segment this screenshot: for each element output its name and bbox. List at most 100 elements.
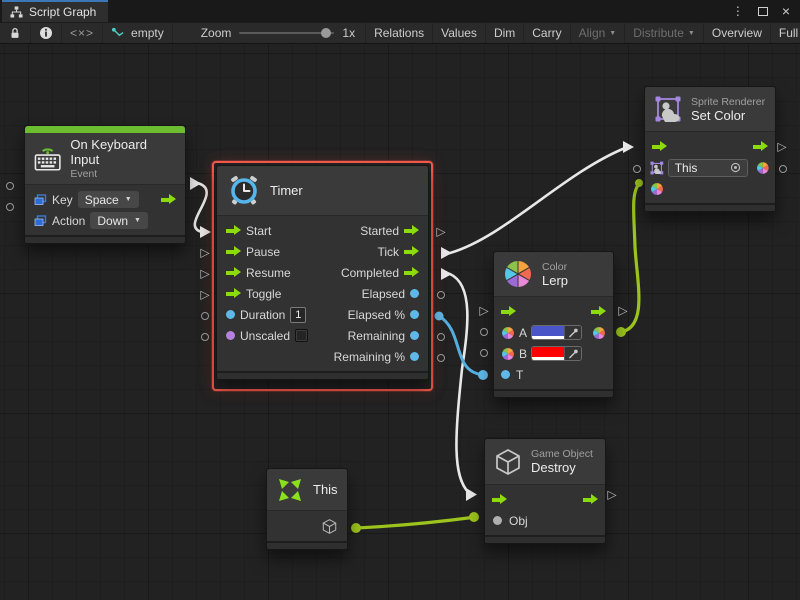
lerp-flow-in[interactable] <box>501 306 516 317</box>
destroy-flow-in[interactable] <box>492 494 507 505</box>
timer-start-in[interactable] <box>226 225 241 236</box>
keyboard-action-outer-port[interactable] <box>6 203 14 211</box>
timer-remaining-outer-port[interactable] <box>437 333 445 341</box>
this-out-port[interactable] <box>351 523 361 533</box>
timer-elapsedpct-out-port[interactable] <box>435 312 444 321</box>
color-wheel-icon[interactable] <box>650 182 664 196</box>
timer-pause-in[interactable] <box>226 246 241 257</box>
color-a-field[interactable] <box>531 325 582 340</box>
zoom-slider[interactable] <box>239 32 334 34</box>
timer-remainingpct-out[interactable] <box>410 352 419 361</box>
node-timer[interactable]: Timer StartStarted PauseTick ResumeCompl… <box>216 165 429 380</box>
timer-tick-out[interactable] <box>404 246 419 257</box>
color-b-swatch[interactable] <box>532 347 564 360</box>
timer-started-outer-port[interactable]: ▷ <box>436 226 445 238</box>
timer-elapsed-out[interactable] <box>410 289 419 298</box>
lerp-t-in[interactable] <box>501 370 510 379</box>
node-on-keyboard-input[interactable]: On Keyboard Input Event Key Space ▼ <box>24 125 186 244</box>
destroy-flow-in-port[interactable] <box>466 488 477 501</box>
timer-elapsedpct-out[interactable] <box>410 310 419 319</box>
destroy-obj-in-port[interactable] <box>469 512 479 522</box>
relations-button[interactable]: Relations <box>366 23 433 43</box>
setcolor-flow-out[interactable] <box>753 141 768 152</box>
timer-pause-outer-port[interactable]: ▷ <box>200 247 209 259</box>
timer-remaining-out[interactable] <box>410 331 419 340</box>
close-icon[interactable]: × <box>782 4 790 18</box>
lerp-result-out-port[interactable] <box>616 327 626 337</box>
wire-keyboard-to-timer-start[interactable] <box>195 184 207 233</box>
timer-started-out[interactable] <box>404 225 419 236</box>
color-wheel-icon[interactable] <box>756 161 770 175</box>
lock-button[interactable] <box>0 23 31 43</box>
node-destroy[interactable]: Game Object Destroy Obj <box>484 438 606 544</box>
lerp-flow-out[interactable] <box>591 306 606 317</box>
timer-completed-out[interactable] <box>404 267 419 278</box>
full-screen-button[interactable]: Full Screen <box>771 23 800 43</box>
lerp-a-outer-port[interactable] <box>480 328 488 336</box>
eyedropper-button[interactable] <box>564 326 581 339</box>
lerp-flow-in-outer-port[interactable]: ▷ <box>479 305 488 317</box>
graph-canvas[interactable]: On Keyboard Input Event Key Space ▼ <box>0 44 800 600</box>
node-this[interactable]: This <box>266 468 348 550</box>
timer-unscaled-outer-port[interactable] <box>201 333 209 341</box>
destroy-flow-out-outer-port[interactable]: ▷ <box>607 489 616 501</box>
tab-script-graph[interactable]: Script Graph <box>2 0 108 22</box>
timer-unscaled-in[interactable] <box>226 331 235 340</box>
code-view-button[interactable]: <×> <box>62 23 103 43</box>
wire-completed-to-destroy[interactable] <box>450 274 469 493</box>
color-a-swatch[interactable] <box>532 326 564 339</box>
info-button[interactable] <box>31 23 62 43</box>
graph-source-button[interactable]: empty <box>103 23 173 43</box>
wire-this-to-obj[interactable] <box>356 518 472 529</box>
carry-button[interactable]: Carry <box>524 23 570 43</box>
window-menu-icon[interactable]: ⋮ <box>732 4 744 18</box>
keyboard-key-outer-port[interactable] <box>6 182 14 190</box>
timer-duration-in[interactable] <box>226 310 235 319</box>
target-picker-icon[interactable] <box>730 162 741 173</box>
lerp-t-in-port[interactable] <box>478 370 488 380</box>
timer-duration-outer-port[interactable] <box>201 312 209 320</box>
color-b-field[interactable] <box>531 346 582 361</box>
timer-resume-outer-port[interactable]: ▷ <box>200 268 209 280</box>
timer-completed-out-port[interactable] <box>441 268 452 280</box>
timer-remainingpct-outer-port[interactable] <box>437 354 445 362</box>
timer-toggle-in[interactable] <box>226 288 241 299</box>
trigger-flow-out[interactable] <box>161 194 176 205</box>
eyedropper-button[interactable] <box>564 347 581 360</box>
node-set-color[interactable]: Sprite Renderer Set Color This <box>644 86 776 212</box>
unscaled-checkbox[interactable] <box>295 329 308 342</box>
game-object-out-port[interactable] <box>321 518 338 535</box>
node-color-lerp[interactable]: Color Lerp A <box>493 251 614 398</box>
color-wheel-icon[interactable] <box>592 326 606 340</box>
timer-toggle-outer-port[interactable]: ▷ <box>200 289 209 301</box>
setcolor-result-outer-port[interactable] <box>779 165 787 173</box>
timer-start-in-port[interactable] <box>200 226 211 238</box>
align-button[interactable]: Align ▼ <box>571 23 626 43</box>
zoom-slider-handle[interactable] <box>321 28 331 38</box>
setcolor-flow-in-port[interactable] <box>623 141 634 153</box>
destroy-obj-in[interactable] <box>493 516 502 525</box>
lerp-flow-out-outer-port[interactable]: ▷ <box>618 305 627 317</box>
keyboard-trigger-out-port[interactable] <box>190 177 201 190</box>
destroy-flow-out[interactable] <box>583 494 598 505</box>
setcolor-flow-out-outer-port[interactable]: ▷ <box>777 141 786 153</box>
key-dropdown[interactable]: Space ▼ <box>78 191 139 208</box>
timer-tick-out-port[interactable] <box>441 247 452 259</box>
duration-input[interactable]: 1 <box>290 307 306 323</box>
target-field[interactable]: This <box>668 159 749 177</box>
values-button[interactable]: Values <box>433 23 486 43</box>
wire-tick-to-setcolor[interactable] <box>450 148 625 253</box>
overview-button[interactable]: Overview <box>704 23 771 43</box>
wire-elapsedpct-to-t[interactable] <box>439 316 481 375</box>
setcolor-color-in-port[interactable] <box>635 179 643 187</box>
timer-elapsed-outer-port[interactable] <box>437 291 445 299</box>
timer-resume-in[interactable] <box>226 267 241 278</box>
lerp-b-outer-port[interactable] <box>480 349 488 357</box>
dim-button[interactable]: Dim <box>486 23 524 43</box>
setcolor-flow-in[interactable] <box>652 141 667 152</box>
action-dropdown[interactable]: Down ▼ <box>90 212 148 229</box>
graph-source-label: empty <box>131 26 164 40</box>
maximize-icon[interactable] <box>758 7 768 16</box>
setcolor-this-outer-port[interactable] <box>633 165 641 173</box>
distribute-button[interactable]: Distribute ▼ <box>625 23 704 43</box>
